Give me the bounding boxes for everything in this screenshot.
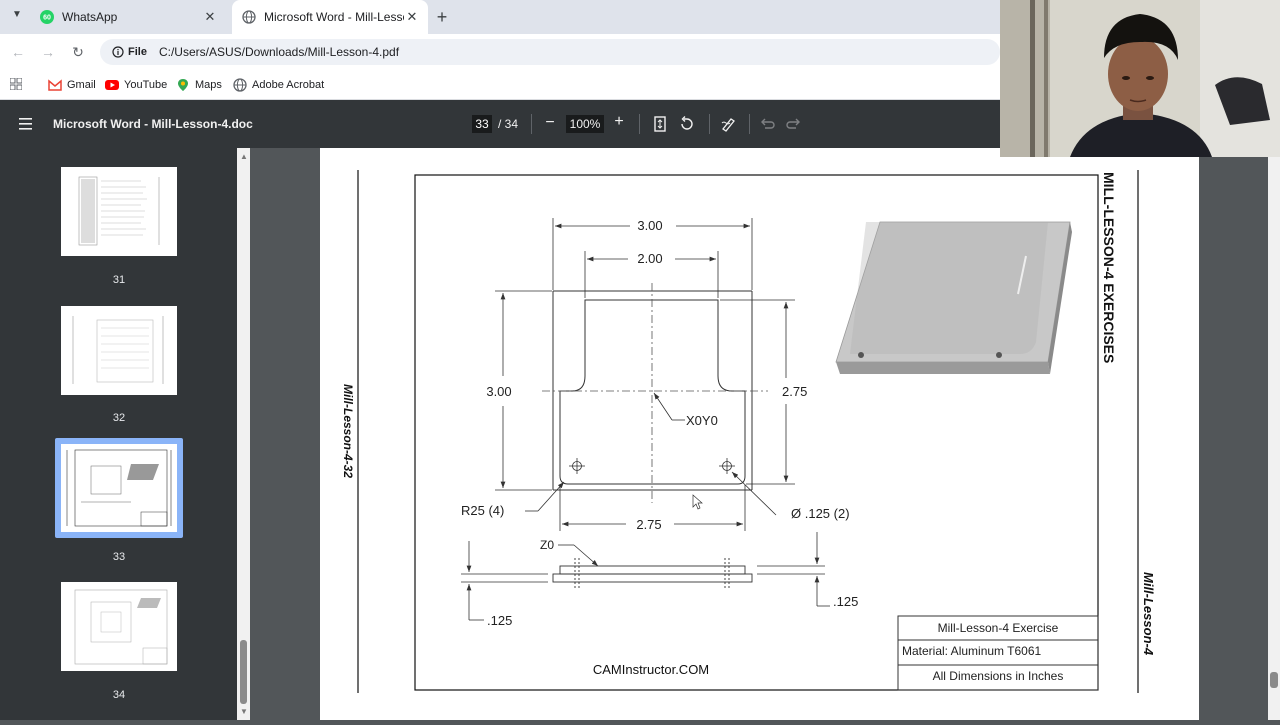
thickness-left xyxy=(461,541,548,621)
bookmark-adobe-acrobat[interactable]: Adobe Acrobat xyxy=(233,77,324,93)
part-top-view xyxy=(552,290,753,491)
tab-search-chevron-icon[interactable]: ▼ xyxy=(8,9,26,25)
divider xyxy=(531,114,532,134)
thumbnail-page-31[interactable] xyxy=(61,167,177,256)
bookmark-maps[interactable]: Maps xyxy=(176,77,222,93)
page-total: / 34 xyxy=(498,117,519,131)
hole-leader xyxy=(731,471,777,516)
thumbnail-label: 31 xyxy=(112,274,126,286)
hamburger-menu-icon[interactable] xyxy=(18,116,36,132)
thumbnail-page-33[interactable] xyxy=(61,444,177,532)
sidebar-scroll-thumb[interactable] xyxy=(240,640,247,704)
reload-icon[interactable]: ↻ xyxy=(68,42,88,62)
youtube-icon xyxy=(105,80,119,90)
zoom-in-button[interactable]: + xyxy=(611,113,627,131)
page-thumbnail-image xyxy=(74,589,168,665)
hole-right xyxy=(719,458,735,474)
dim-2.75-right-text: 2.75 xyxy=(782,384,807,399)
address-bar[interactable]: File C:/Users/ASUS/Downloads/Mill-Lesson… xyxy=(100,39,1000,65)
whatsapp-badge: 60 xyxy=(43,15,51,22)
annotate-pen-icon[interactable] xyxy=(720,115,738,133)
title-block-row-3: All Dimensions in Inches xyxy=(933,669,1064,683)
bookmark-label: YouTube xyxy=(124,79,168,91)
radius-label: R25 (4) xyxy=(461,503,504,518)
apps-grid-icon[interactable] xyxy=(10,78,22,90)
bookmark-label: Maps xyxy=(195,79,222,91)
close-icon[interactable]: ✕ xyxy=(404,9,420,25)
main-scroll-thumb[interactable] xyxy=(1270,672,1278,688)
bookmark-label: Adobe Acrobat xyxy=(252,79,325,91)
part-side-view xyxy=(552,558,753,588)
thumbnail-label: 34 xyxy=(112,689,126,701)
origin-leader xyxy=(653,392,673,421)
thk-left-text: .125 xyxy=(487,613,512,628)
document-title: Microsoft Word - Mill-Lesson-4.doc xyxy=(53,117,253,131)
fit-page-icon[interactable] xyxy=(651,115,669,133)
maps-pin-icon xyxy=(178,79,188,91)
dim-3.00-top-text: 3.00 xyxy=(637,218,662,233)
pdf-page: Mill-Lesson-4-32 MILL-LESSON-4 EXERCISES… xyxy=(320,148,1199,720)
page-thumbnail-image xyxy=(72,316,164,384)
tab-title: Microsoft Word - Mill-Lesson-4 xyxy=(264,10,404,24)
tab-pdf[interactable]: Microsoft Word - Mill-Lesson-4 ✕ xyxy=(232,0,428,34)
sidebar-scrollbar[interactable]: ▲ ▼ xyxy=(237,148,250,720)
side-label-left: Mill-Lesson-4-32 xyxy=(341,384,355,478)
website-label: CAMInstructor.COM xyxy=(593,662,709,677)
back-arrow-icon[interactable]: ← xyxy=(8,42,28,62)
divider xyxy=(709,114,710,134)
hole-left xyxy=(569,458,585,474)
dim-2.00-text: 2.00 xyxy=(637,251,662,266)
side-label-right-top: MILL-LESSON-4 EXERCISES xyxy=(1101,172,1117,363)
rotate-icon[interactable] xyxy=(678,115,696,133)
new-tab-plus-icon[interactable]: + xyxy=(434,8,450,26)
thumbnail-label: 32 xyxy=(112,412,126,424)
bookmark-youtube[interactable]: YouTube xyxy=(105,77,167,93)
tab-whatsapp[interactable]: 60 WhatsApp ✕ xyxy=(30,0,226,34)
globe-icon xyxy=(233,78,247,92)
page-thumbnail-image xyxy=(66,449,172,527)
thumbnail-page-34[interactable] xyxy=(61,582,177,671)
close-icon[interactable]: ✕ xyxy=(202,9,218,25)
thk-right-text: .125 xyxy=(833,594,858,609)
dim-2.75-bottom-text: 2.75 xyxy=(636,517,661,532)
whatsapp-icon: 60 xyxy=(40,10,54,24)
scroll-down-arrow-icon[interactable]: ▼ xyxy=(240,707,248,716)
technical-drawing: Mill-Lesson-4-32 MILL-LESSON-4 EXERCISES… xyxy=(341,170,1156,693)
z0-label: Z0 xyxy=(540,538,554,552)
forward-arrow-icon[interactable]: → xyxy=(38,42,58,62)
divider xyxy=(749,114,750,134)
dim-3.00-left-text: 3.00 xyxy=(486,384,511,399)
tab-title: WhatsApp xyxy=(62,10,118,24)
thickness-right xyxy=(757,532,830,607)
hole-label: Ø .125 (2) xyxy=(791,506,850,521)
file-chip-label: File xyxy=(128,46,147,58)
thumbnail-label: 33 xyxy=(112,551,126,563)
webcam-overlay xyxy=(1000,0,1280,157)
origin-label: X0Y0 xyxy=(686,413,718,428)
thumbnail-page-32[interactable] xyxy=(61,306,177,395)
title-block-row-2: Material: Aluminum T6061 xyxy=(902,644,1042,658)
page-thumbnail-image xyxy=(78,176,160,246)
mouse-cursor-icon xyxy=(692,494,703,510)
bookmark-gmail[interactable]: Gmail xyxy=(48,77,96,93)
page-number-input[interactable]: 33 xyxy=(472,115,492,133)
url-text: C:/Users/ASUS/Downloads/Mill-Lesson-4.pd… xyxy=(158,45,400,59)
webcam-person-image xyxy=(1000,0,1280,157)
title-block-row-1: Mill-Lesson-4 Exercise xyxy=(938,621,1059,635)
side-label-right-bottom: Mill-Lesson-4 xyxy=(1141,572,1156,656)
info-icon xyxy=(112,46,124,58)
thumbnail-sidebar: 31 32 33 34 xyxy=(0,148,250,720)
site-info-chip[interactable]: File xyxy=(106,46,153,58)
part-isometric-view xyxy=(835,221,1072,374)
main-scrollbar[interactable] xyxy=(1268,148,1280,720)
gmail-icon xyxy=(48,79,62,91)
divider xyxy=(639,114,640,134)
zoom-level-input[interactable]: 100% xyxy=(566,115,604,133)
zoom-out-button[interactable]: − xyxy=(542,114,558,132)
scroll-up-arrow-icon[interactable]: ▲ xyxy=(240,152,248,161)
globe-icon xyxy=(242,10,256,24)
bookmark-label: Gmail xyxy=(67,79,96,91)
undo-icon[interactable] xyxy=(758,115,776,133)
redo-icon[interactable] xyxy=(785,115,803,133)
